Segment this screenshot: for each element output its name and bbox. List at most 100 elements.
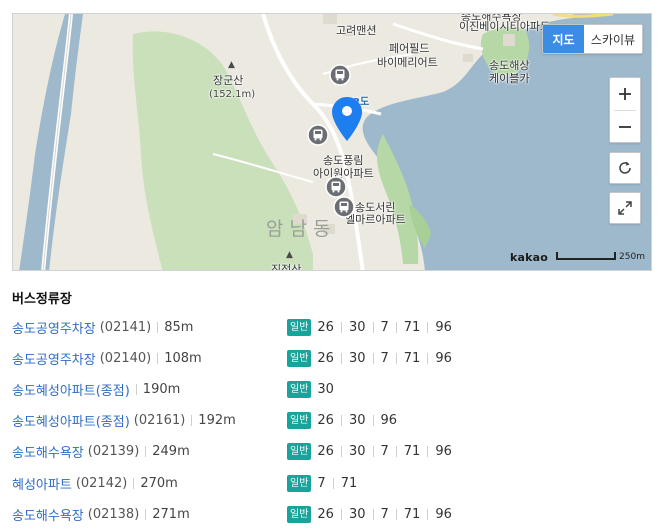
bus-stop-row: 송도해수욕장 (02139) 249m 일반 26 30 7 71 96 [12, 442, 656, 462]
bus-stop-distance: 192m [198, 413, 236, 429]
bus-stop-icon[interactable] [333, 196, 355, 218]
bus-stop-name-link[interactable]: 송도공영주차장 [12, 349, 96, 368]
divider [340, 508, 342, 520]
bus-route-list: 일반 26 30 7 71 96 [287, 504, 452, 524]
divider [427, 446, 429, 458]
bus-stop-name-link[interactable]: 송도공영주차장 [12, 318, 96, 337]
map-view[interactable]: 고려맨션 송도해수욕장 이진베이시티아파트 페어필드 바이메리어트 송도해상 케… [12, 13, 652, 271]
peak-icon: ▲ [228, 60, 235, 70]
divider [427, 352, 429, 364]
location-marker-icon[interactable] [331, 96, 363, 142]
divider [372, 415, 374, 427]
bus-route-number[interactable]: 30 [349, 320, 366, 335]
bus-route-number[interactable]: 26 [317, 320, 334, 335]
bus-route-number[interactable]: 71 [341, 476, 358, 491]
expand-icon [618, 201, 632, 215]
bus-route-number[interactable]: 96 [435, 444, 452, 459]
bus-route-number[interactable]: 71 [404, 507, 421, 522]
map-label-fairfield-1: 페어필드 [389, 42, 430, 55]
bus-route-list: 일반 30 [287, 379, 334, 399]
bus-route-number[interactable]: 30 [349, 413, 366, 428]
divider [340, 415, 342, 427]
bus-stop-name-link[interactable]: 송도해수욕장 [12, 505, 84, 524]
bus-type-badge: 일반 [287, 505, 312, 523]
divider [372, 352, 374, 364]
bus-route-number[interactable]: 30 [317, 382, 334, 397]
bus-route-number[interactable]: 96 [435, 351, 452, 366]
bus-stop-code: (02139) [87, 444, 140, 460]
divider [395, 508, 397, 520]
map-label-goryeo: 고려맨션 [336, 24, 377, 37]
map-label-jinjeongsan: 진정산 [271, 263, 302, 271]
bus-route-number[interactable]: 96 [435, 320, 452, 335]
plus-icon [619, 88, 631, 100]
map-label-pungnim-1: 송도풍림 [323, 154, 364, 167]
map-label-amnamdong: 암남동 [266, 218, 337, 240]
bus-route-number[interactable]: 26 [317, 444, 334, 459]
bus-route-list: 일반 7 71 [287, 473, 357, 493]
bus-stop-row: 송도혜성아파트(종점) (02161) 192m 일반 26 30 96 [12, 411, 656, 431]
bus-stop-code: (02138) [87, 506, 140, 522]
bus-stop-name-link[interactable]: 송도혜성아파트(종점) [12, 380, 130, 399]
bus-stop-icon[interactable] [307, 124, 329, 146]
bus-route-number[interactable]: 96 [381, 413, 398, 428]
bus-stop-icon[interactable] [325, 176, 347, 198]
bus-route-number[interactable]: 26 [317, 413, 334, 428]
map-type-map-button[interactable]: 지도 [543, 25, 584, 53]
bus-route-number[interactable]: 26 [317, 351, 334, 366]
bus-route-list: 일반 26 30 96 [287, 411, 397, 431]
divider [427, 321, 429, 333]
bus-type-badge: 일반 [287, 349, 312, 367]
bus-stop-code: (02141) [99, 319, 152, 335]
bus-route-number[interactable]: 7 [381, 320, 389, 335]
bus-route-number[interactable]: 96 [435, 507, 452, 522]
bus-type-badge: 일반 [287, 380, 312, 398]
bus-stop-name-link[interactable]: 송도해수욕장 [12, 442, 84, 461]
divider [372, 508, 374, 520]
divider [372, 446, 374, 458]
scale-bar [556, 252, 617, 260]
divider [340, 321, 342, 333]
bus-route-number[interactable]: 7 [381, 507, 389, 522]
divider [372, 321, 374, 333]
divider [145, 508, 147, 520]
map-type-toggle: 지도 스카이뷰 [542, 24, 643, 54]
divider [157, 321, 159, 333]
bus-stop-distance: 249m [152, 444, 190, 460]
bus-stop-code: (02161) [133, 413, 186, 429]
bus-stop-name-link[interactable]: 송도혜성아파트(종점) [12, 411, 130, 430]
divider [395, 352, 397, 364]
bus-route-number[interactable]: 71 [404, 320, 421, 335]
bus-route-list: 일반 26 30 7 71 96 [287, 442, 452, 462]
bus-stop-distance: 190m [142, 381, 181, 397]
bus-stop-icon[interactable] [329, 64, 351, 86]
fullscreen-button[interactable] [609, 192, 641, 224]
bus-route-number[interactable]: 7 [317, 476, 325, 491]
refresh-button[interactable] [609, 152, 641, 184]
bus-route-number[interactable]: 7 [381, 444, 389, 459]
divider [427, 508, 429, 520]
bus-route-number[interactable]: 7 [381, 351, 389, 366]
divider [395, 321, 397, 333]
kakao-logo: kakao [510, 250, 549, 264]
bus-route-list: 일반 26 30 7 71 96 [287, 348, 452, 368]
bus-route-number[interactable]: 30 [349, 507, 366, 522]
divider [340, 446, 342, 458]
map-label-cablecar-2: 케이블카 [489, 72, 530, 85]
bus-route-number[interactable]: 71 [404, 444, 421, 459]
bus-stop-row: 혜성아파트 (02142) 270m 일반 7 71 [12, 473, 656, 493]
zoom-out-button[interactable] [610, 111, 640, 143]
zoom-in-button[interactable] [610, 78, 640, 110]
bus-stop-code: (02140) [99, 350, 152, 366]
peak-icon-2: ▲ [286, 250, 293, 260]
bus-route-number[interactable]: 71 [404, 351, 421, 366]
map-label-janggunsan-height: (152.1m) [209, 89, 256, 100]
bus-stop-code: (02142) [75, 475, 128, 491]
bus-stop-distance: 85m [164, 319, 194, 335]
map-type-skyview-button[interactable]: 스카이뷰 [584, 25, 642, 53]
divider [191, 415, 193, 427]
bus-route-number[interactable]: 30 [349, 351, 366, 366]
bus-route-number[interactable]: 30 [349, 444, 366, 459]
bus-route-number[interactable]: 26 [317, 507, 334, 522]
bus-stop-name-link[interactable]: 혜성아파트 [12, 474, 72, 493]
